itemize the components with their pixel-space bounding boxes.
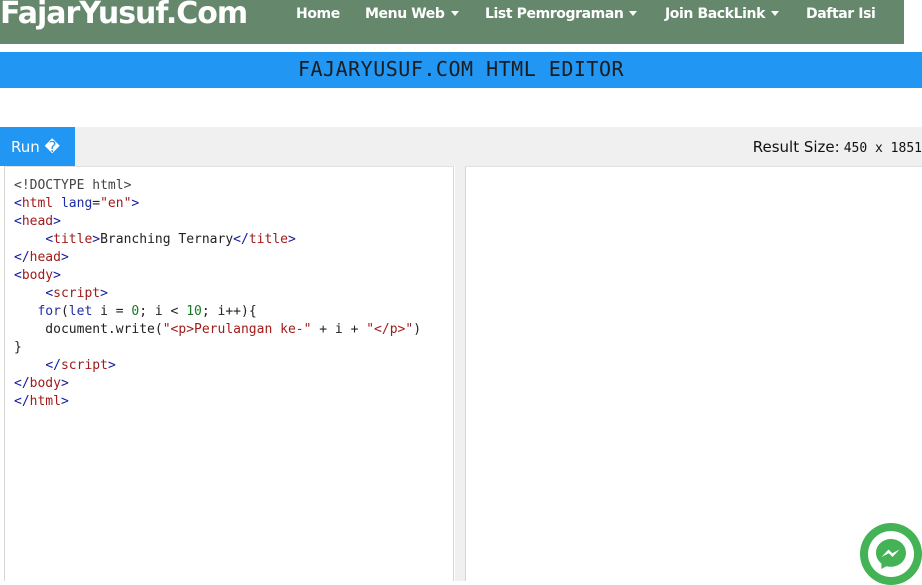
code-line: <body> xyxy=(14,267,421,285)
result-size-label: Result Size: xyxy=(752,138,840,156)
code-token: > xyxy=(92,232,101,247)
editor-title: FAJARYUSUF.COM HTML EDITOR xyxy=(0,52,922,88)
result-size-value: 450 x 1851 xyxy=(843,141,922,156)
nav-daftar-isi[interactable]: Daftar Isi xyxy=(806,0,876,28)
site-logo[interactable]: FajarYusuf.Com xyxy=(0,0,248,36)
nav-home[interactable]: Home xyxy=(296,0,340,28)
code-token: = xyxy=(92,196,101,211)
code-token: body xyxy=(29,376,61,391)
code-line: </script> xyxy=(14,357,421,375)
code-token: let xyxy=(68,304,93,319)
code-token: title xyxy=(53,232,93,247)
code-token: < xyxy=(45,286,54,301)
code-token: "<p>Perulangan ke-" xyxy=(162,322,312,337)
run-button[interactable]: Run � xyxy=(0,127,75,166)
code-token: > xyxy=(131,196,140,211)
code-token: </ xyxy=(45,358,61,373)
code-token: > xyxy=(100,286,108,301)
code-line: <script> xyxy=(14,285,421,303)
code-line: for(let i = 0; i < 10; i++){ xyxy=(14,303,421,321)
code-token: Branching Ternary xyxy=(100,232,234,247)
code-token: > xyxy=(53,214,61,229)
code-token: <!DOCTYPE html> xyxy=(14,178,132,193)
pane-divider[interactable] xyxy=(455,166,465,581)
chevron-down-icon xyxy=(629,10,638,16)
messenger-chat-icon-bg xyxy=(868,531,914,577)
code-token: + i + xyxy=(311,322,367,337)
nav-home-label: Home xyxy=(296,6,340,22)
nav-join-backlink[interactable]: Join BackLink xyxy=(665,0,779,28)
code-token: </ xyxy=(233,232,249,247)
code-token: lang xyxy=(60,196,93,211)
editor-toolbar: Run � Result Size: 450 x 1851 xyxy=(0,127,922,166)
code-line: <!DOCTYPE html> xyxy=(14,177,421,195)
code-token: ( xyxy=(60,304,69,319)
top-navbar: FajarYusuf.Com Home Menu Web List Pemrog… xyxy=(0,0,904,44)
code-token: ; i++){ xyxy=(201,304,257,319)
chevron-down-icon xyxy=(771,10,779,16)
code-token: < xyxy=(45,232,54,247)
code-token: script xyxy=(60,358,108,373)
code-token: ) xyxy=(413,322,422,337)
code-line: </head> xyxy=(14,249,421,267)
code-token: </ xyxy=(14,394,30,409)
code-token: </ xyxy=(14,376,30,391)
result-size: Result Size: 450 x 1851 xyxy=(753,127,922,166)
code-line: </html> xyxy=(14,393,421,411)
code-line: </body> xyxy=(14,375,421,393)
code-token: > xyxy=(60,394,69,409)
code-text[interactable]: <!DOCTYPE html> <html lang="en"> <head> <t… xyxy=(14,177,421,411)
chevron-down-icon xyxy=(450,10,459,16)
code-token: head xyxy=(29,250,61,265)
code-token: > xyxy=(287,232,296,247)
code-token: ; i < xyxy=(139,304,187,319)
code-token: < xyxy=(14,196,22,211)
code-token: for xyxy=(37,304,61,319)
code-token: > xyxy=(107,358,116,373)
code-line: <title>Branching Ternary</title> xyxy=(14,231,421,249)
result-frame[interactable] xyxy=(465,166,922,581)
code-token: "en" xyxy=(100,196,132,211)
code-token: 10 xyxy=(186,304,202,319)
code-token: > xyxy=(53,268,61,283)
code-token: } xyxy=(14,340,22,355)
nav-list-pemrograman-label: List Pemrograman xyxy=(485,6,624,22)
code-token: < xyxy=(14,268,22,283)
code-line: } xyxy=(14,339,421,357)
code-token: html xyxy=(21,196,54,211)
code-token: head xyxy=(21,214,54,229)
nav-join-backlink-label: Join BackLink xyxy=(665,6,765,22)
code-line: <html lang="en"> xyxy=(14,195,421,213)
messenger-chat-icon xyxy=(876,539,906,569)
code-token: > xyxy=(60,376,69,391)
nav-menu-web[interactable]: Menu Web xyxy=(365,0,459,28)
code-token: "</p>" xyxy=(366,322,414,337)
code-token: html xyxy=(29,394,61,409)
code-line: document.write("<p>Perulangan ke-" + i +… xyxy=(14,321,421,339)
code-token: </ xyxy=(14,250,30,265)
code-editor[interactable]: <!DOCTYPE html> <html lang="en"> <head> <t… xyxy=(4,166,454,581)
code-token: script xyxy=(53,286,101,301)
code-token: title xyxy=(248,232,288,247)
code-token: body xyxy=(21,268,54,283)
code-token: i = xyxy=(92,304,132,319)
nav-list-pemrograman[interactable]: List Pemrograman xyxy=(485,0,638,28)
code-token: > xyxy=(60,250,69,265)
nav-menu-web-label: Menu Web xyxy=(365,6,445,22)
code-token: < xyxy=(14,214,22,229)
messenger-chat-button[interactable] xyxy=(860,523,922,585)
code-token: document.write( xyxy=(14,322,163,337)
nav-daftar-isi-label: Daftar Isi xyxy=(806,6,876,22)
code-line: <head> xyxy=(14,213,421,231)
